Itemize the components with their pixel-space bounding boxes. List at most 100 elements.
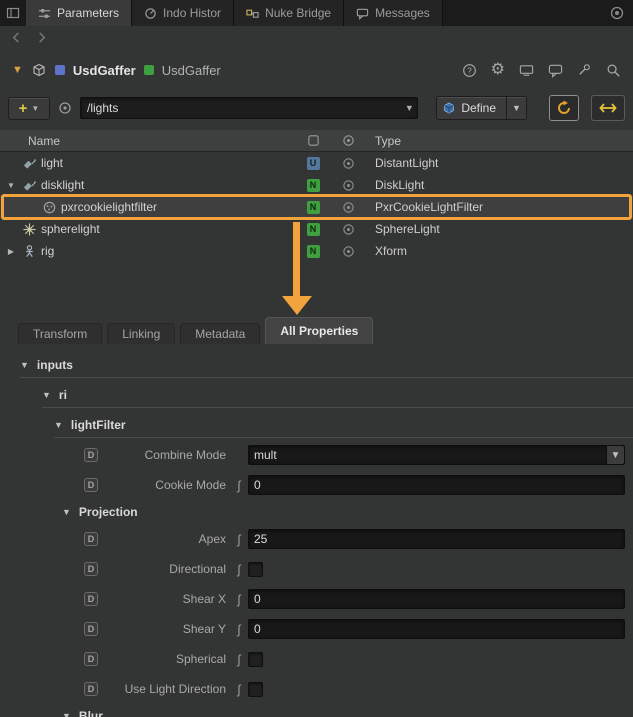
d-box-icon[interactable]: D <box>84 448 98 462</box>
channel-hook-icon[interactable]: ʃ <box>230 652 248 667</box>
param-field-cookie-mode[interactable] <box>248 475 625 495</box>
column-name[interactable]: Name <box>0 134 295 148</box>
sliders-icon <box>38 7 51 20</box>
tab-metadata[interactable]: Metadata <box>180 323 260 344</box>
channel-hook-icon[interactable]: ʃ <box>230 562 248 577</box>
prim-path-input[interactable] <box>81 101 401 115</box>
pin-icon[interactable] <box>577 63 592 78</box>
tree-row-spherelight[interactable]: spherelightNSphereLight <box>0 218 633 240</box>
column-flag-icon[interactable] <box>295 134 331 147</box>
tree-row-name: pxrcookielightfilter <box>61 200 157 214</box>
column-type[interactable]: Type <box>365 134 633 148</box>
add-light-button[interactable]: + ▼ <box>8 97 50 120</box>
subsection-label: Blur <box>79 709 103 717</box>
collapse-triangle-icon[interactable]: ▼ <box>42 390 51 400</box>
param-control <box>248 529 625 549</box>
status-badge[interactable]: N <box>307 223 320 236</box>
param-field-shear-y[interactable] <box>248 619 625 639</box>
tree-row-pxrcookielightfilter[interactable]: pxrcookielightfilterNPxrCookieLightFilte… <box>0 196 633 218</box>
forward-arrow-icon[interactable] <box>35 31 48 44</box>
sync-button[interactable] <box>549 95 579 121</box>
path-dropdown-icon[interactable]: ▼ <box>401 103 417 113</box>
status-badge[interactable]: N <box>307 245 320 258</box>
tab-transform[interactable]: Transform <box>18 323 102 344</box>
chevron-down-icon[interactable]: ▼ <box>506 97 526 119</box>
section-ri[interactable]: ▼ri <box>42 382 633 408</box>
d-box-icon[interactable]: D <box>84 592 98 606</box>
section-lightfilter[interactable]: ▼lightFilter <box>54 412 633 438</box>
target-ring-icon[interactable] <box>58 101 72 115</box>
circle-toggle-icon[interactable] <box>342 223 355 236</box>
help-icon[interactable]: ? <box>462 63 477 78</box>
top-tab-messages[interactable]: Messages <box>344 0 443 26</box>
subsection-label: Projection <box>79 505 138 519</box>
expander-icon[interactable]: ▶ <box>4 247 18 256</box>
status-badge[interactable]: N <box>307 179 320 192</box>
d-box-icon[interactable]: D <box>84 652 98 666</box>
collapse-triangle-icon[interactable]: ▼ <box>62 507 71 517</box>
param-label: Cookie Mode <box>98 478 230 492</box>
param-checkbox-use-light-direction[interactable] <box>248 682 263 697</box>
channel-hook-icon[interactable]: ʃ <box>230 532 248 547</box>
back-arrow-icon[interactable] <box>10 31 23 44</box>
channel-hook-icon[interactable]: ʃ <box>230 592 248 607</box>
tree-header: Name Type <box>0 130 633 152</box>
subsection-blur[interactable]: ▼ Blur <box>0 704 633 717</box>
subsection-projection[interactable]: ▼ Projection <box>0 500 633 524</box>
param-checkbox-directional[interactable] <box>248 562 263 577</box>
param-row-combine-mode: DCombine Modemult▼ <box>0 440 633 470</box>
tree-row-disklight[interactable]: ▼disklightNDiskLight <box>0 174 633 196</box>
tree-row-name: light <box>41 156 63 170</box>
tree-rows: lightUDistantLight▼disklightNDiskLightpx… <box>0 152 633 262</box>
tab-linking[interactable]: Linking <box>107 323 175 344</box>
status-badge[interactable]: U <box>307 157 320 170</box>
pane-icon[interactable] <box>0 0 26 26</box>
top-tab-indo-histor[interactable]: Indo Histor <box>132 0 234 26</box>
tab-strip: ParametersIndo HistorNuke BridgeMessages <box>26 0 443 26</box>
define-dropdown[interactable]: Define ▼ <box>436 96 527 120</box>
expander-icon[interactable]: ▼ <box>4 181 18 190</box>
d-box-icon[interactable]: D <box>84 478 98 492</box>
channel-hook-icon[interactable]: ʃ <box>230 478 248 493</box>
param-field-shear-x[interactable] <box>248 589 625 609</box>
tab-all-properties[interactable]: All Properties <box>265 317 373 344</box>
parameters-panel: ParametersIndo HistorNuke BridgeMessages… <box>0 0 633 717</box>
spotlight-icon <box>22 156 37 171</box>
d-box-icon[interactable]: D <box>84 682 98 696</box>
swap-arrows-button[interactable] <box>591 95 625 121</box>
search-icon[interactable] <box>606 63 621 78</box>
d-box-icon[interactable]: D <box>84 622 98 636</box>
collapse-triangle-icon[interactable]: ▼ <box>54 420 63 430</box>
collapse-triangle-icon[interactable]: ▼ <box>62 711 71 717</box>
param-label: Use Light Direction <box>98 682 230 696</box>
tree-row-rig[interactable]: ▶rigNXform <box>0 240 633 262</box>
circle-toggle-icon[interactable] <box>342 245 355 258</box>
annotation-arrow-head <box>282 296 312 315</box>
column-circle-icon[interactable] <box>331 134 365 147</box>
gear-icon[interactable]: ⚙ <box>491 62 505 78</box>
section-inputs[interactable]: ▼inputs <box>20 352 633 378</box>
param-select-combine-mode[interactable]: mult▼ <box>248 445 625 465</box>
tree-row-light[interactable]: lightUDistantLight <box>0 152 633 174</box>
param-field-apex[interactable] <box>248 529 625 549</box>
chat-icon[interactable] <box>548 63 563 78</box>
channel-hook-icon[interactable]: ʃ <box>230 682 248 697</box>
monitor-icon[interactable] <box>519 63 534 78</box>
top-tab-nuke-bridge[interactable]: Nuke Bridge <box>234 0 344 26</box>
channel-hook-icon[interactable]: ʃ <box>230 622 248 637</box>
nav-strip <box>0 26 633 48</box>
prim-path-field[interactable]: ▼ <box>80 97 418 119</box>
collapse-triangle-icon[interactable]: ▼ <box>20 360 29 370</box>
circle-toggle-icon[interactable] <box>342 179 355 192</box>
pane-menu-icon[interactable] <box>601 0 633 26</box>
chevron-down-icon[interactable]: ▼ <box>606 446 624 464</box>
d-box-icon[interactable]: D <box>84 532 98 546</box>
circle-toggle-icon[interactable] <box>342 201 355 214</box>
d-box-icon[interactable]: D <box>84 562 98 576</box>
status-badge[interactable]: N <box>307 201 320 214</box>
top-tab-parameters[interactable]: Parameters <box>26 0 132 26</box>
circle-toggle-icon[interactable] <box>342 157 355 170</box>
tree-row-name-cell: ▼disklight <box>0 178 295 193</box>
collapse-triangle-icon[interactable]: ▼ <box>12 64 23 76</box>
param-checkbox-spherical[interactable] <box>248 652 263 667</box>
